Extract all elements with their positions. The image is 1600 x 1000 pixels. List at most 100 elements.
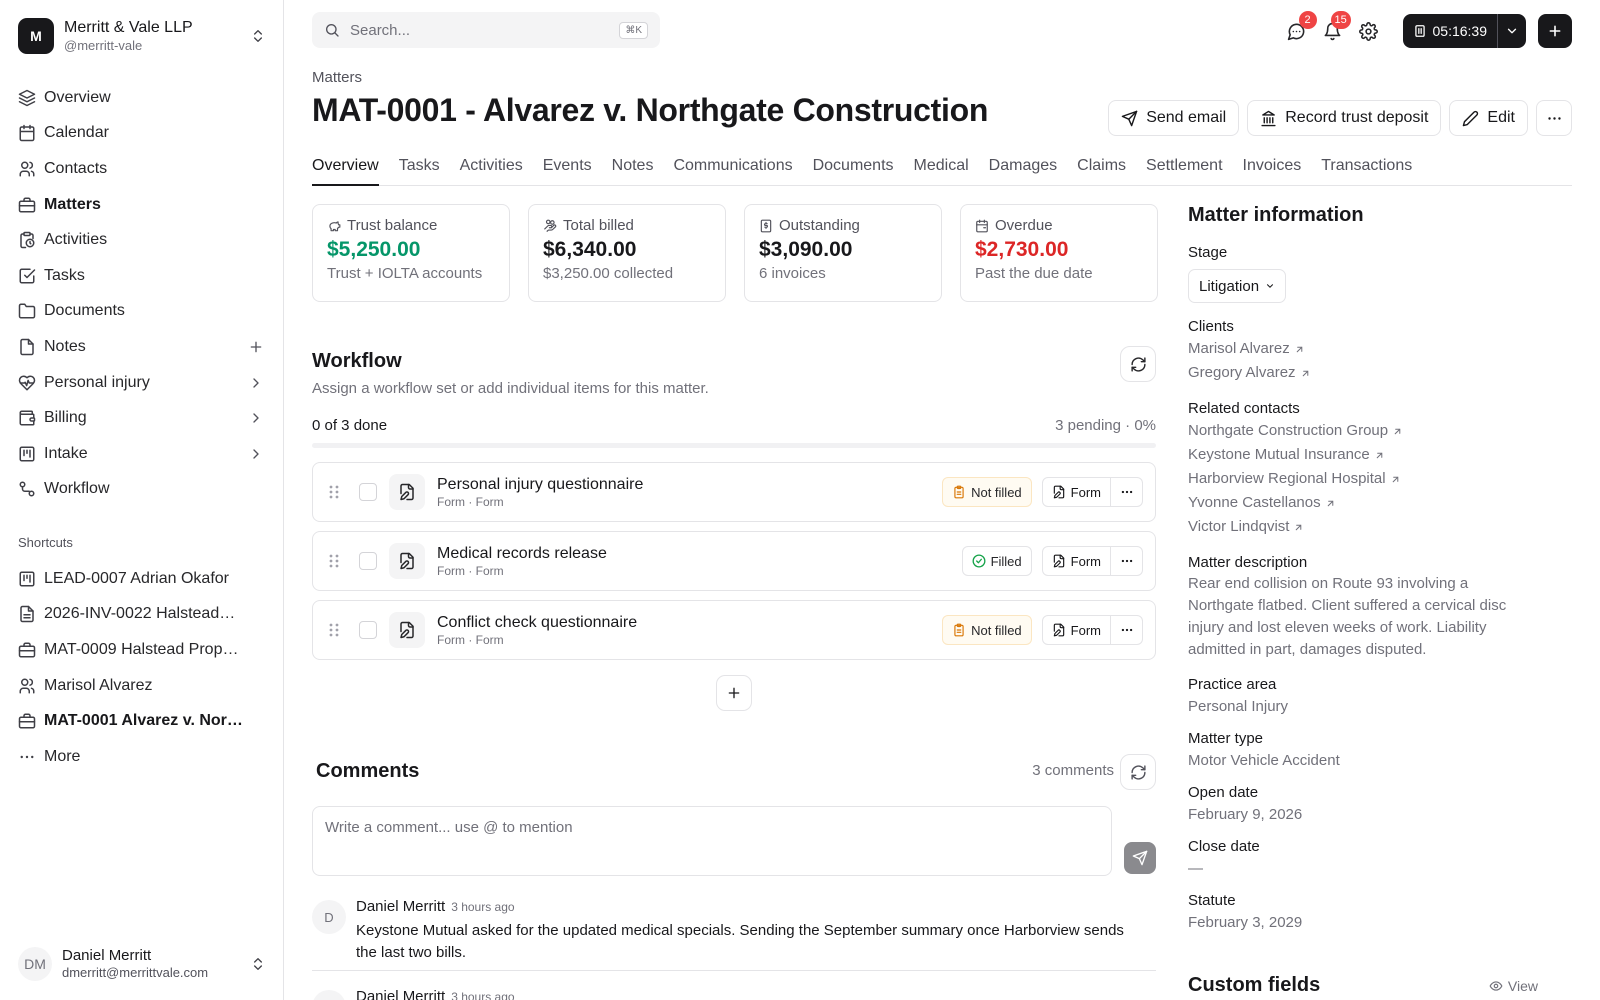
search-bar[interactable]: ⌘K — [312, 12, 660, 48]
drag-handle-icon[interactable] — [327, 553, 341, 569]
nav-item-contacts[interactable]: Contacts — [18, 151, 268, 187]
shortcut-item[interactable]: 2026-INV-0022 Halstead… — [18, 597, 248, 633]
file-icon — [18, 338, 36, 356]
workflow-checkbox[interactable] — [359, 552, 377, 570]
drag-handle-icon[interactable] — [327, 622, 341, 638]
messages-button[interactable]: 2 — [1279, 11, 1317, 47]
shortcut-label: More — [44, 747, 81, 765]
nav-item-overview[interactable]: Overview — [18, 80, 268, 116]
shortcut-item[interactable]: MAT-0001 Alvarez v. Nor… — [18, 703, 248, 739]
calendar-alert-icon — [975, 219, 989, 233]
tab-claims[interactable]: Claims — [1077, 152, 1126, 186]
nav-item-workflow[interactable]: Workflow — [18, 472, 268, 508]
send-icon — [1132, 850, 1148, 866]
edit-button[interactable]: Edit — [1449, 100, 1528, 136]
workflow-item-name[interactable]: Personal injury questionnaire — [437, 475, 942, 495]
view-label: View — [1507, 977, 1538, 994]
related-contact-link[interactable]: Yvonne Castellanos — [1188, 491, 1558, 515]
org-switcher[interactable]: M Merritt & Vale LLP @merritt-vale — [18, 16, 266, 56]
tab-overview[interactable]: Overview — [312, 152, 379, 186]
tab-events[interactable]: Events — [543, 152, 592, 186]
tab-medical[interactable]: Medical — [914, 152, 969, 186]
nav-item-documents[interactable]: Documents — [18, 294, 268, 330]
nav-item-intake[interactable]: Intake — [18, 436, 268, 472]
kanban-icon — [18, 570, 36, 588]
workflow-refresh-button[interactable] — [1120, 346, 1156, 382]
timer-dropdown-button[interactable] — [1498, 24, 1526, 38]
workflow-item-type: Form · Form — [437, 632, 504, 647]
add-workflow-item-button[interactable] — [716, 675, 752, 711]
tab-activities[interactable]: Activities — [460, 152, 523, 186]
comments-refresh-button[interactable] — [1120, 754, 1156, 790]
file-pen-icon — [389, 612, 425, 648]
tab-settlement[interactable]: Settlement — [1146, 152, 1222, 186]
plus-icon[interactable] — [248, 339, 264, 355]
card-subtext: 6 invoices — [759, 265, 826, 282]
notifications-button[interactable]: 15 — [1315, 11, 1351, 47]
record-trust-deposit-button[interactable]: Record trust deposit — [1247, 100, 1442, 136]
related-contact-link[interactable]: Victor Lindqvist — [1188, 515, 1558, 539]
nav-item-notes[interactable]: Notes — [18, 329, 268, 365]
client-link[interactable]: Marisol Alvarez — [1188, 337, 1558, 361]
user-menu[interactable]: DM Daniel Merritt dmerritt@merrittvale.c… — [18, 946, 266, 981]
workflow-item-name[interactable]: Conflict check questionnaire — [437, 613, 942, 633]
related-contact-link[interactable]: Northgate Construction Group — [1188, 419, 1558, 443]
related-contacts-label: Related contacts — [1188, 400, 1300, 417]
nav-item-personal-injury[interactable]: Personal injury — [18, 365, 268, 401]
form-label: Form — [1070, 484, 1101, 500]
drag-handle-icon[interactable] — [327, 484, 341, 500]
shortcut-item[interactable]: LEAD-0007 Adrian Okafor — [18, 561, 248, 597]
shortcut-item[interactable]: Marisol Alvarez — [18, 668, 248, 704]
comments-heading: Comments — [316, 760, 420, 782]
workflow-item-more-button[interactable] — [1111, 615, 1143, 645]
open-form-button[interactable]: Form — [1041, 615, 1111, 645]
tab-notes[interactable]: Notes — [612, 152, 654, 186]
close-date-value: — — [1188, 860, 1203, 877]
custom-fields-view-button[interactable]: View — [1489, 978, 1538, 994]
stage-select[interactable]: Litigation — [1188, 269, 1287, 303]
open-form-button[interactable]: Form — [1041, 477, 1111, 507]
card-value: $3,090.00 — [759, 238, 853, 261]
tab-damages[interactable]: Damages — [989, 152, 1057, 186]
breadcrumb[interactable]: Matters — [312, 69, 362, 86]
search-input[interactable] — [350, 21, 620, 39]
tab-transactions[interactable]: Transactions — [1321, 152, 1412, 186]
related-contact-link[interactable]: Harborview Regional Hospital — [1188, 467, 1558, 491]
open-date-value: February 9, 2026 — [1188, 806, 1303, 823]
workflow-checkbox[interactable] — [359, 483, 377, 501]
workflow-checkbox[interactable] — [359, 621, 377, 639]
open-form-button[interactable]: Form — [1041, 546, 1111, 576]
status-badge: Not filled — [942, 615, 1032, 645]
nav-item-calendar[interactable]: Calendar — [18, 116, 268, 152]
tab-invoices[interactable]: Invoices — [1243, 152, 1302, 186]
tab-tasks[interactable]: Tasks — [399, 152, 440, 186]
nav-label: Tasks — [44, 266, 85, 284]
nav-item-billing[interactable]: Billing — [18, 400, 268, 436]
shortcut-item[interactable]: MAT-0009 Halstead Prop… — [18, 632, 248, 668]
shortcut-more[interactable]: More — [18, 739, 248, 775]
wallet-icon — [18, 409, 36, 427]
tab-communications[interactable]: Communications — [673, 152, 792, 186]
workflow-item: Medical records release Form · Form Fill… — [312, 531, 1156, 591]
send-email-label: Send email — [1146, 109, 1227, 126]
nav-item-matters[interactable]: Matters — [18, 187, 268, 223]
receipt-icon — [18, 605, 36, 623]
tab-documents[interactable]: Documents — [813, 152, 894, 186]
settings-button[interactable] — [1351, 15, 1387, 47]
workflow-item-more-button[interactable] — [1111, 546, 1143, 576]
eye-icon — [1489, 979, 1503, 993]
kanban-icon — [18, 445, 36, 463]
send-comment-button[interactable] — [1124, 842, 1156, 874]
more-actions-button[interactable] — [1536, 100, 1572, 136]
comment-input[interactable] — [312, 806, 1112, 876]
related-contact-link[interactable]: Keystone Mutual Insurance — [1188, 443, 1558, 467]
nav-item-activities[interactable]: Activities — [18, 222, 268, 258]
send-email-button[interactable]: Send email — [1108, 100, 1240, 136]
create-new-button[interactable] — [1538, 14, 1572, 48]
workflow-item-name[interactable]: Medical records release — [437, 544, 962, 564]
workflow-item-more-button[interactable] — [1111, 477, 1143, 507]
nav-item-tasks[interactable]: Tasks — [18, 258, 268, 294]
org-name: Merritt & Vale LLP — [64, 19, 193, 36]
timer-toggle-button[interactable]: 05:16:39 — [1403, 14, 1498, 48]
client-link[interactable]: Gregory Alvarez — [1188, 361, 1558, 385]
